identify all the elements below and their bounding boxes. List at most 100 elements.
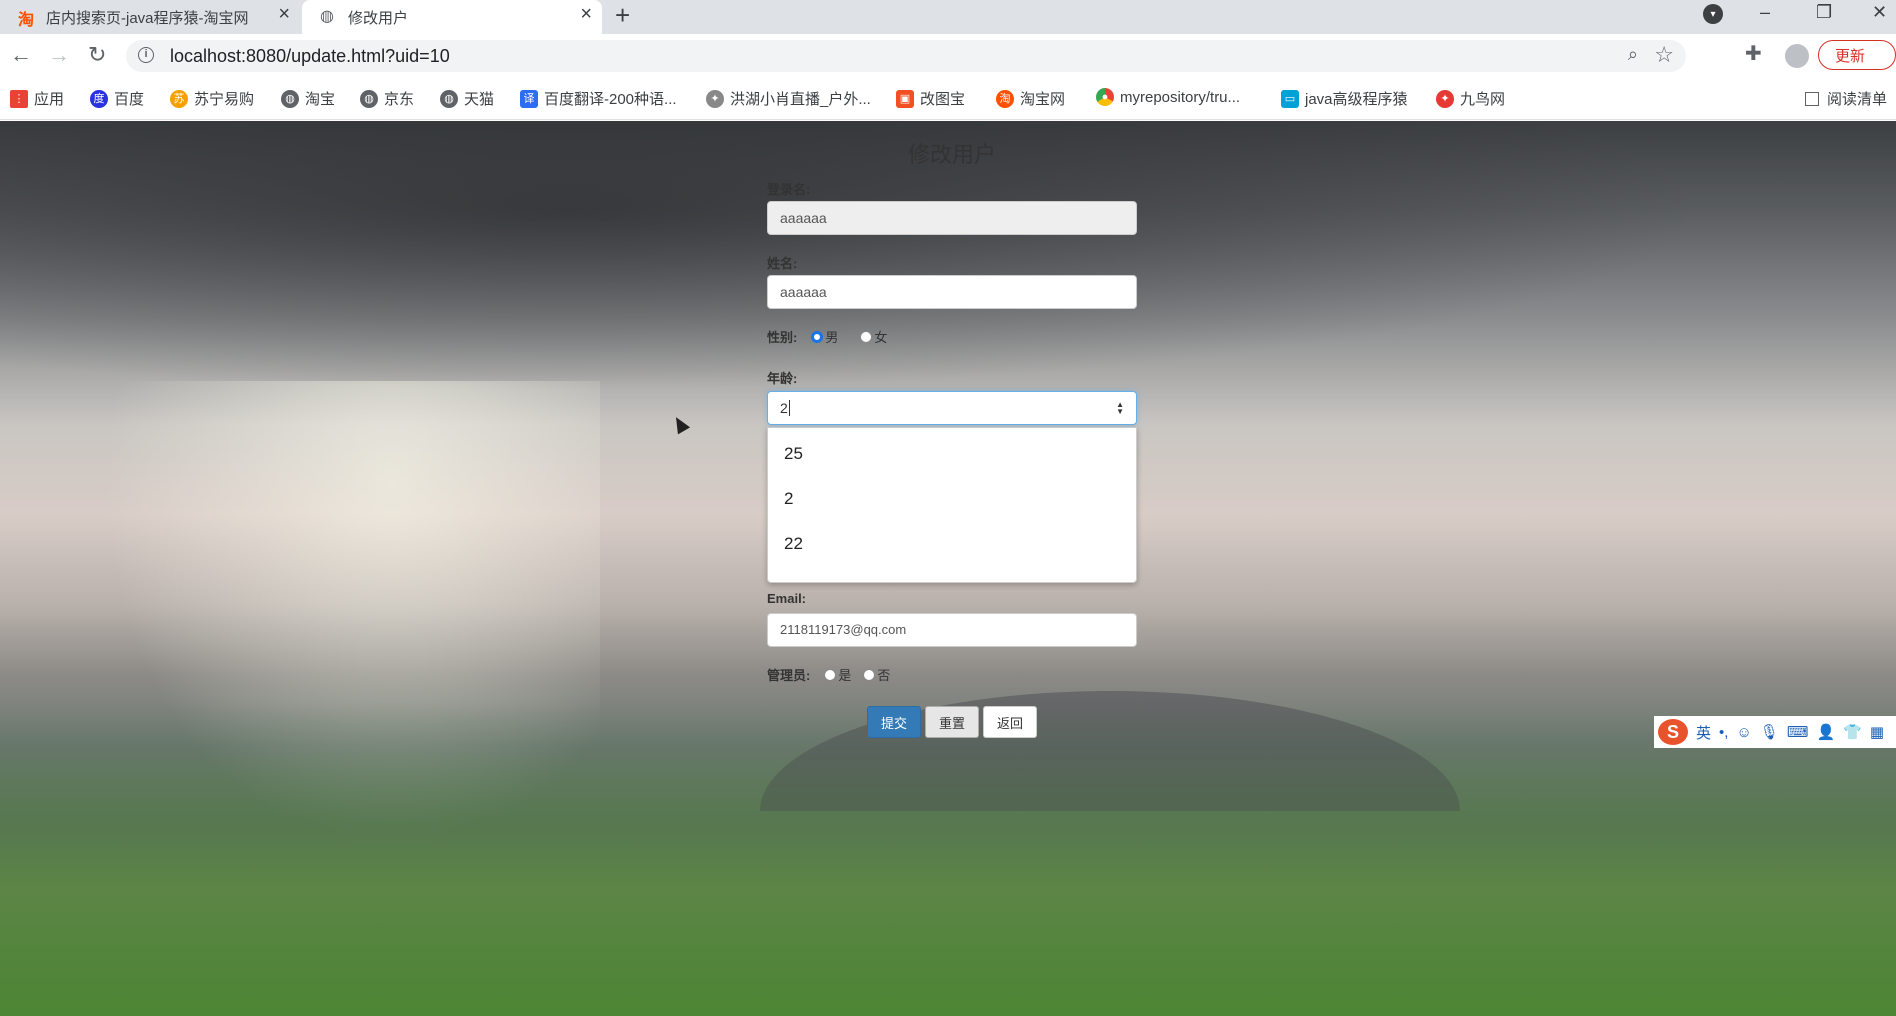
reading-list-label: 阅读清单 [1827, 91, 1888, 108]
age-label: 年龄: [767, 371, 798, 386]
bookmark-baidu[interactable]: 度 百度 [90, 88, 144, 109]
extensions-icon[interactable]: ✚ [1745, 41, 1762, 66]
login-name-input[interactable]: aaaaaa [767, 201, 1137, 235]
name-input[interactable]: aaaaaa [767, 275, 1137, 309]
bookmark-label: 淘宝 [305, 91, 336, 108]
close-window-icon[interactable]: ✕ [1872, 2, 1887, 23]
globe-icon: ◍ [440, 89, 458, 108]
zoom-icon[interactable]: ⌕ [1628, 44, 1638, 65]
bookmark-honghu[interactable]: ✦ 洪湖小肖直播_户外... [706, 88, 871, 109]
page-title: 修改用户 [907, 142, 996, 167]
gender-male-radio[interactable] [811, 330, 824, 343]
number-spinner-icon[interactable]: ▲ ▼ [1116, 401, 1124, 416]
profile-avatar[interactable] [1785, 44, 1809, 68]
translate-icon: 译 [520, 89, 538, 108]
age-autocomplete-dropdown: 25 2 22 [767, 427, 1137, 583]
bookmark-label: 九鸟网 [1460, 91, 1506, 108]
email-label: Email: [767, 591, 807, 606]
microphone-icon[interactable]: 🎙 [1760, 723, 1779, 741]
bookmark-taobaowang[interactable]: 淘 淘宝网 [996, 88, 1065, 109]
admin-no-radio[interactable] [863, 668, 876, 681]
text-caret [788, 400, 790, 416]
tab-title: 店内搜索页-java程序猿-淘宝网 [46, 10, 249, 27]
admin-yes-radio[interactable] [824, 668, 837, 681]
bookmarks-bar: ⋮ 应用 度 百度 苏 苏宁易购 ◍ 淘宝 ◍ 京东 ◍ 天猫 译 百度翻译-2… [0, 80, 1896, 120]
bookmark-label: 百度翻译-200种语... [544, 91, 677, 108]
bookmark-label: 百度 [114, 91, 145, 108]
bilibili-icon: ▭ [1281, 89, 1299, 108]
sogou-logo-icon[interactable]: S [1658, 719, 1688, 745]
bookmark-gaitubao[interactable]: ▣ 改图宝 [896, 88, 965, 109]
user-icon[interactable]: 👤 [1816, 723, 1835, 741]
age-input[interactable]: 2 ▲ ▼ [767, 391, 1137, 425]
update-label: 更新 [1835, 47, 1866, 65]
back-icon[interactable]: ← [10, 42, 32, 68]
browser-toolbar: ← → ↻ i localhost:8080/update.html?uid=1… [0, 34, 1896, 80]
back-button[interactable]: 返回 [983, 706, 1037, 738]
bookmark-taobao[interactable]: ◍ 淘宝 [281, 88, 335, 109]
ime-mode[interactable]: 英 [1696, 722, 1711, 743]
url-text[interactable]: localhost:8080/update.html?uid=10 [170, 46, 450, 67]
keyboard-icon[interactable]: ⌨ [1787, 723, 1809, 741]
tab-update-user[interactable]: ◍ 修改用户 × [302, 0, 602, 34]
apps-icon: ⋮ [10, 89, 28, 108]
grid-icon[interactable]: ▦ [1870, 723, 1884, 741]
gender-label: 性别: [767, 330, 798, 345]
update-button[interactable]: 更新 [1818, 40, 1896, 70]
info-icon[interactable]: i [138, 47, 154, 63]
autocomplete-option[interactable]: 25 [784, 444, 803, 464]
bookmark-tmall[interactable]: ◍ 天猫 [440, 88, 494, 109]
image-icon: ▣ [896, 89, 914, 108]
tab-search-icon[interactable]: ▾ [1703, 4, 1723, 24]
tab-taobao-search[interactable]: 淘 店内搜索页-java程序猿-淘宝网 × [0, 0, 300, 34]
bookmark-jd[interactable]: ◍ 京东 [360, 88, 414, 109]
bookmark-suning[interactable]: 苏 苏宁易购 [170, 88, 254, 109]
gender-female-radio[interactable] [860, 330, 873, 343]
gender-row: 性别: 男 女 [767, 327, 909, 346]
browser-chrome: 淘 店内搜索页-java程序猿-淘宝网 × ◍ 修改用户 × + ▾ – ❐ ✕… [0, 0, 1896, 120]
bookmark-label: 天猫 [464, 91, 495, 108]
close-icon[interactable]: × [580, 3, 592, 26]
forward-icon[interactable]: → [48, 42, 70, 68]
gender-female-label: 女 [874, 330, 888, 345]
bookmark-apps[interactable]: ⋮ 应用 [10, 88, 64, 109]
autocomplete-option[interactable]: 22 [784, 534, 803, 554]
skin-icon[interactable]: 👕 [1843, 723, 1862, 741]
bookmark-label: myrepository/tru... [1120, 88, 1241, 106]
bookmark-jiuniao[interactable]: ✦ 九鸟网 [1436, 88, 1505, 109]
autocomplete-option[interactable]: 2 [784, 489, 793, 509]
bookmark-java[interactable]: ▭ java高级程序猿 [1281, 88, 1408, 109]
globe-icon: ◍ [320, 8, 334, 25]
bookmark-star-icon[interactable]: ☆ [1654, 42, 1674, 68]
reading-list-icon [1805, 92, 1819, 106]
bird-icon: ✦ [1436, 89, 1454, 108]
new-tab-button[interactable]: + [615, 0, 630, 31]
tab-title: 修改用户 [348, 10, 409, 27]
punctuation-icon[interactable]: •, [1719, 724, 1728, 741]
globe-icon: ◍ [281, 89, 299, 108]
address-bar[interactable]: i localhost:8080/update.html?uid=10 ⌕ ☆ [126, 40, 1686, 72]
admin-no-label: 否 [877, 668, 891, 683]
bookmark-baidu-translate[interactable]: 译 百度翻译-200种语... [520, 88, 677, 109]
emoji-icon[interactable]: ☺ [1736, 724, 1751, 741]
submit-button[interactable]: 提交 [867, 706, 921, 738]
restore-icon[interactable]: ❐ [1816, 2, 1832, 23]
background-hills [0, 701, 1896, 1016]
bookmark-label: 苏宁易购 [194, 91, 255, 108]
tab-strip: 淘 店内搜索页-java程序猿-淘宝网 × ◍ 修改用户 × + ▾ – ❐ ✕ [0, 0, 1896, 34]
minimize-icon[interactable]: – [1760, 2, 1770, 23]
reading-list[interactable]: 阅读清单 [1805, 88, 1887, 109]
email-input[interactable]: 2118119173@qq.com [767, 613, 1137, 647]
bookmark-label: 改图宝 [920, 91, 966, 108]
admin-label: 管理员: [767, 668, 811, 683]
reload-icon[interactable]: ↻ [88, 42, 106, 68]
gender-male-label: 男 [825, 330, 839, 345]
close-icon[interactable]: × [278, 3, 290, 26]
bookmark-myrepository[interactable]: ● myrepository/tru... [1096, 88, 1240, 106]
taobao-icon: 淘 [996, 89, 1014, 108]
bookmark-label: 洪湖小肖直播_户外... [730, 91, 871, 108]
login-name-label: 登录名: [767, 182, 811, 197]
name-label: 姓名: [767, 256, 798, 271]
globe-icon: ◍ [360, 89, 378, 108]
reset-button[interactable]: 重置 [925, 706, 979, 738]
